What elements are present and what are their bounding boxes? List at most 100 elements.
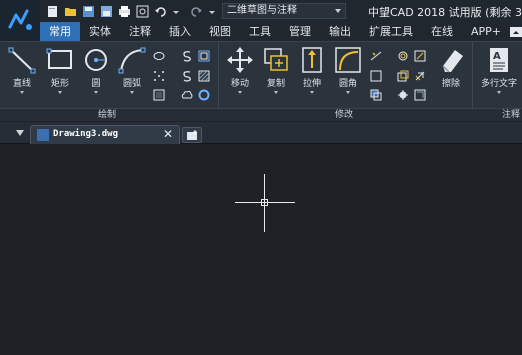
erase-tool[interactable]: 擦除 <box>433 46 469 89</box>
mtext-tool[interactable]: A 多行文字 <box>477 46 521 94</box>
arc-tool[interactable]: 圆弧 <box>114 46 150 94</box>
new-file-icon[interactable] <box>46 3 59 17</box>
tab-output[interactable]: 输出 <box>320 22 360 41</box>
fillet-icon <box>335 47 361 73</box>
chevron-down-icon[interactable] <box>58 91 62 94</box>
fillet-label: 圆角 <box>338 79 357 89</box>
tab-insert[interactable]: 插入 <box>160 22 200 41</box>
extend-icon[interactable] <box>414 50 426 62</box>
donut-icon[interactable] <box>198 89 210 101</box>
revcloud-icon[interactable] <box>181 89 193 101</box>
line-icon <box>8 47 36 74</box>
chevron-down-icon <box>335 9 341 13</box>
chevron-down-icon[interactable] <box>20 91 24 94</box>
ribbon-minimize-button[interactable] <box>510 22 522 41</box>
open-folder-icon[interactable] <box>64 3 77 16</box>
stretch-icon <box>302 47 322 73</box>
tab-extensions[interactable]: 扩展工具 <box>360 22 422 41</box>
rectangle-tool[interactable]: 矩形 <box>42 46 78 94</box>
save-as-icon[interactable] <box>100 3 113 17</box>
polyline-icon[interactable] <box>181 70 193 82</box>
document-tab-bar: Drawing3.dwg ✕ <box>0 122 522 144</box>
chevron-down-icon[interactable] <box>310 91 314 94</box>
circle-icon <box>85 49 107 71</box>
dwg-file-icon <box>37 129 49 141</box>
tab-view[interactable]: 视图 <box>200 22 240 41</box>
ellipse-icon[interactable] <box>153 50 165 62</box>
mtext-icon: A <box>490 48 508 72</box>
hatch-icon[interactable] <box>198 70 210 82</box>
tab-home[interactable]: 常用 <box>40 22 80 41</box>
rectangle-icon <box>46 48 72 69</box>
chevron-down-icon[interactable] <box>274 91 278 94</box>
explode-icon[interactable] <box>397 89 409 101</box>
undo-dropdown-icon[interactable] <box>172 3 185 16</box>
crosshair-pickbox <box>261 199 268 206</box>
move-label: 移动 <box>230 79 249 89</box>
cad-window: ? 二维草图与注释 中望CAD 2018 试用版 (剩余 30 天) 常用 实体… <box>0 0 522 355</box>
title-bar: ? 二维草图与注释 中望CAD 2018 试用版 (剩余 30 天) <box>0 0 522 22</box>
new-drawing-tab-button[interactable] <box>182 127 202 143</box>
drawing-canvas[interactable] <box>0 145 522 355</box>
offset-icon[interactable] <box>397 50 409 62</box>
line-tool[interactable]: 直线 <box>4 46 40 94</box>
mirror-icon[interactable] <box>414 70 426 82</box>
tab-drawing3[interactable]: Drawing3.dwg ✕ <box>30 125 180 144</box>
redo-icon[interactable] <box>190 3 203 17</box>
undo-icon[interactable] <box>154 3 167 17</box>
erase-label: 擦除 <box>441 79 460 89</box>
modify-group-label: 修改 <box>335 110 354 120</box>
stretch-label: 拉伸 <box>302 79 321 89</box>
copy-label: 复制 <box>266 79 285 89</box>
plot-preview-icon[interactable] <box>136 3 149 18</box>
rectangle-label: 矩形 <box>50 79 69 89</box>
save-icon[interactable] <box>82 3 95 17</box>
workspace-select[interactable]: 二维草图与注释 <box>222 3 346 19</box>
mtext-label: 多行文字 <box>480 79 517 89</box>
chevron-down-icon[interactable] <box>497 91 501 94</box>
copy-tool[interactable]: 复制 <box>258 46 294 94</box>
new-tab-icon <box>187 130 197 140</box>
point-icon[interactable] <box>153 70 165 82</box>
rotate-icon[interactable] <box>397 70 409 82</box>
chevron-down-icon[interactable] <box>94 91 98 94</box>
app-logo[interactable] <box>0 0 40 40</box>
ribbon-tabs: 常用 实体 注释 插入 视图 工具 管理 输出 扩展工具 在线 APP+ <box>40 22 522 41</box>
region-icon[interactable] <box>198 50 210 62</box>
chevron-down-icon[interactable] <box>130 91 134 94</box>
tab-annotate[interactable]: 注释 <box>120 22 160 41</box>
redo-dropdown-icon[interactable] <box>208 3 221 16</box>
line-label: 直线 <box>12 79 31 89</box>
chevron-down-icon[interactable] <box>346 91 350 94</box>
join-icon[interactable] <box>414 89 426 101</box>
scale-icon[interactable] <box>370 89 382 101</box>
circle-tool[interactable]: 圆 <box>78 46 114 94</box>
annotate-group-label: 注释 <box>502 110 521 120</box>
app-title: 中望CAD 2018 试用版 (剩余 30 天) <box>368 6 522 19</box>
circle-label: 圆 <box>91 79 101 89</box>
stretch-tool[interactable]: 拉伸 <box>294 46 330 94</box>
tab-app-plus[interactable]: APP+ <box>462 22 510 41</box>
svg-text:A: A <box>493 51 501 62</box>
eraser-icon <box>442 50 463 73</box>
workspace-select-value: 二维草图与注释 <box>227 5 297 16</box>
arc-label: 圆弧 <box>122 79 141 89</box>
boundary-icon[interactable] <box>153 89 165 101</box>
move-icon <box>227 47 253 73</box>
chevron-down-icon[interactable] <box>238 91 242 94</box>
document-tab-label: Drawing3.dwg <box>53 129 119 139</box>
tab-tools[interactable]: 工具 <box>240 22 280 41</box>
tab-online[interactable]: 在线 <box>422 22 462 41</box>
ribbon-group-labels: 绘制 修改 注释 <box>0 108 522 121</box>
move-tool[interactable]: 移动 <box>222 46 258 94</box>
close-icon[interactable]: ✕ <box>163 127 173 141</box>
trim-icon[interactable] <box>370 50 382 62</box>
tab-list-dropdown-icon[interactable] <box>16 130 24 136</box>
copy-icon <box>264 48 288 71</box>
array-icon[interactable] <box>370 70 382 82</box>
spline-icon[interactable] <box>181 50 193 62</box>
tab-solid[interactable]: 实体 <box>80 22 120 41</box>
fillet-tool[interactable]: 圆角 <box>330 46 366 94</box>
tab-manage[interactable]: 管理 <box>280 22 320 41</box>
print-icon[interactable] <box>118 3 131 17</box>
